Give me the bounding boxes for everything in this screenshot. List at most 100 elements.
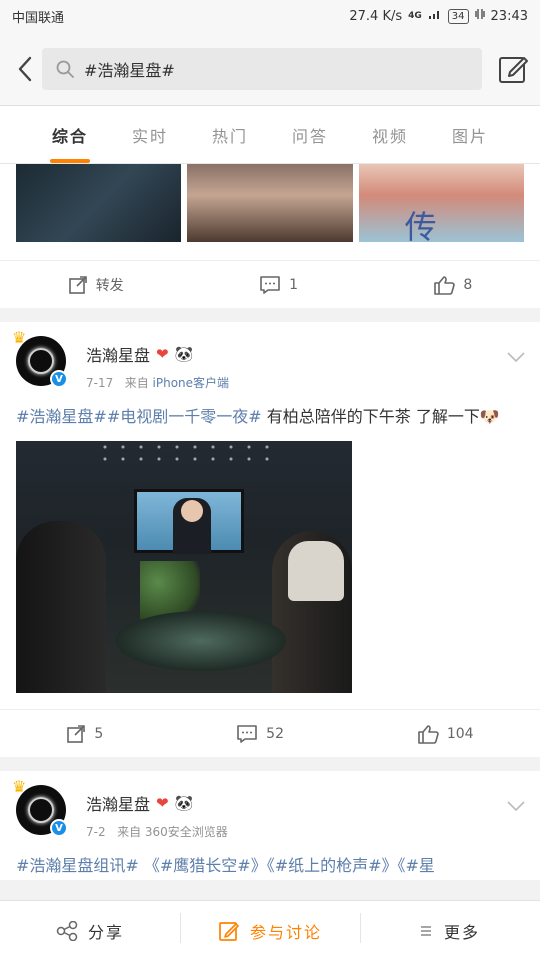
post-header: ♛ V 浩瀚星盘 ❤ 🐼 7-17 来自 iPhone客户端: [0, 322, 540, 391]
author-line: 浩瀚星盘 ❤ 🐼: [86, 342, 229, 366]
emoji-icon: 🐶: [479, 407, 500, 426]
avatar[interactable]: ♛ V: [12, 777, 68, 837]
verified-icon: V: [50, 819, 68, 837]
verified-icon: V: [50, 370, 68, 388]
edit-icon: [219, 921, 239, 941]
avatar-logo: [28, 348, 54, 374]
post-from-label: 来自: [124, 376, 149, 390]
clock: 23:43: [490, 8, 528, 24]
topic-link[interactable]: #电视剧一千零一夜#: [107, 407, 262, 426]
back-arrow-icon: [18, 56, 32, 81]
tab-images[interactable]: 图片: [448, 117, 492, 153]
post-image-1[interactable]: [16, 164, 182, 242]
repost-icon: [67, 724, 86, 743]
discuss-label: 参与讨论: [249, 922, 322, 942]
search-query: #浩瀚星盘#: [84, 60, 175, 80]
post-meta: 浩瀚星盘 ❤ 🐼 7-2 来自 360安全浏览器: [86, 785, 228, 840]
image-grid: 传: [0, 164, 540, 244]
post-card: ♛ V 浩瀚星盘 ❤ 🐼 7-2 来自 360安全浏览器 #浩瀚星盘组讯# 《#…: [0, 771, 540, 880]
filter-tabs: 综合 实时 热门 问答 视频 图片: [0, 106, 540, 164]
battery-icon: 34: [447, 8, 469, 24]
repost-count: 5: [94, 725, 104, 742]
avatar[interactable]: ♛ V: [12, 328, 68, 388]
status-bar: 中国联通 27.4 K/s 4G 34 23:43: [0, 0, 540, 32]
like-count: 8: [463, 276, 473, 293]
topic-link[interactable]: #浩瀚星盘#: [16, 407, 107, 426]
post-header: ♛ V 浩瀚星盘 ❤ 🐼 7-2 来自 360安全浏览器: [0, 771, 540, 840]
panda-badge-icon: 🐼: [174, 345, 194, 363]
thumbs-up-icon: [418, 724, 439, 744]
photo-table: [116, 611, 286, 671]
share-button[interactable]: 分享: [0, 919, 180, 943]
bottom-action-bar: 分享 参与讨论 更多: [0, 900, 540, 960]
carrier: 中国联通: [12, 10, 65, 26]
tab-qa[interactable]: 问答: [288, 117, 332, 153]
like-button[interactable]: 104: [417, 724, 474, 744]
author-line: 浩瀚星盘 ❤ 🐼: [86, 791, 228, 815]
photo-shirt: [288, 541, 344, 601]
action-bar: 5 52 104: [0, 709, 540, 757]
like-button[interactable]: 8: [433, 275, 472, 295]
tab-hot[interactable]: 热门: [208, 117, 252, 153]
repost-icon: [68, 275, 87, 294]
post-card-previous: 传 转发 1 8: [0, 164, 540, 308]
post-card: ♛ V 浩瀚星盘 ❤ 🐼 7-17 来自 iPhone客户端 #浩瀚星盘##电视…: [0, 322, 540, 757]
back-button[interactable]: [10, 49, 40, 89]
comment-count: 52: [266, 725, 284, 742]
tab-comprehensive[interactable]: 综合: [48, 117, 92, 163]
tab-video[interactable]: 视频: [368, 117, 412, 153]
post-image-2[interactable]: [187, 164, 353, 242]
more-label: 更多: [443, 922, 480, 942]
photo-tv-screen: [134, 489, 244, 554]
search-header: #浩瀚星盘#: [0, 32, 540, 106]
share-icon: [56, 920, 78, 941]
post-subline: 7-17 来自 iPhone客户端: [86, 374, 229, 391]
photo-person-left: [16, 521, 106, 693]
compose-button[interactable]: [496, 49, 530, 89]
author-name[interactable]: 浩瀚星盘: [86, 342, 150, 366]
comment-icon: [237, 724, 257, 743]
feed: 传 转发 1 8 ♛ V 浩瀚星盘 ❤ 🐼 7-17 来自 iPhone客户端 …: [0, 164, 540, 900]
comment-icon: [260, 275, 280, 294]
search-icon: [56, 60, 74, 78]
repost-label: 转发: [95, 277, 124, 294]
vibrate-icon: [474, 8, 485, 24]
status-right: 27.4 K/s 4G 34 23:43: [349, 8, 528, 24]
post-source: 来自 360安全浏览器: [117, 825, 228, 839]
action-bar: 转发 1 8: [0, 260, 540, 308]
thumbs-up-icon: [434, 275, 456, 295]
share-label: 分享: [87, 922, 124, 942]
discuss-button[interactable]: 参与讨论: [180, 912, 360, 943]
avatar-logo: [28, 797, 54, 823]
post-meta: 浩瀚星盘 ❤ 🐼 7-17 来自 iPhone客户端: [86, 336, 229, 391]
search-input[interactable]: #浩瀚星盘#: [42, 47, 482, 90]
photo-tv-face: [181, 500, 203, 522]
post-text[interactable]: #浩瀚星盘组讯# 《#鹰猎长空#》《#纸上的枪声#》《#星: [0, 840, 540, 880]
crown-icon: ♛: [12, 328, 27, 347]
author-name[interactable]: 浩瀚星盘: [86, 791, 150, 815]
compose-icon: [499, 56, 528, 83]
crown-icon: ♛: [12, 777, 27, 796]
vip-badge-icon: ❤: [156, 794, 169, 812]
comment-button[interactable]: 52: [236, 724, 284, 744]
post-text: #浩瀚星盘##电视剧一千零一夜# 有柏总陪伴的下午茶 了解一下🐶: [0, 391, 540, 431]
panda-badge-icon: 🐼: [174, 794, 194, 812]
comment-button[interactable]: 1: [259, 275, 298, 295]
post-date: 7-2: [86, 825, 106, 839]
vip-badge-icon: ❤: [156, 345, 169, 363]
repost-button[interactable]: 转发: [68, 275, 124, 295]
chevron-down-icon[interactable]: [506, 348, 526, 367]
tab-realtime[interactable]: 实时: [128, 117, 172, 153]
chevron-down-icon[interactable]: [506, 797, 526, 816]
repost-button[interactable]: 5: [66, 724, 103, 744]
network-speed: 27.4 K/s: [349, 8, 403, 24]
image-caption-glyph: 传: [404, 208, 437, 242]
ceiling-lights: [96, 441, 276, 465]
signal-icon: [428, 8, 442, 24]
post-source[interactable]: iPhone客户端: [153, 376, 230, 390]
comment-count: 1: [289, 276, 298, 293]
more-button[interactable]: 更多: [360, 912, 540, 943]
post-image-3[interactable]: 传: [358, 164, 524, 242]
menu-icon: [420, 925, 431, 936]
post-image[interactable]: [16, 441, 352, 693]
